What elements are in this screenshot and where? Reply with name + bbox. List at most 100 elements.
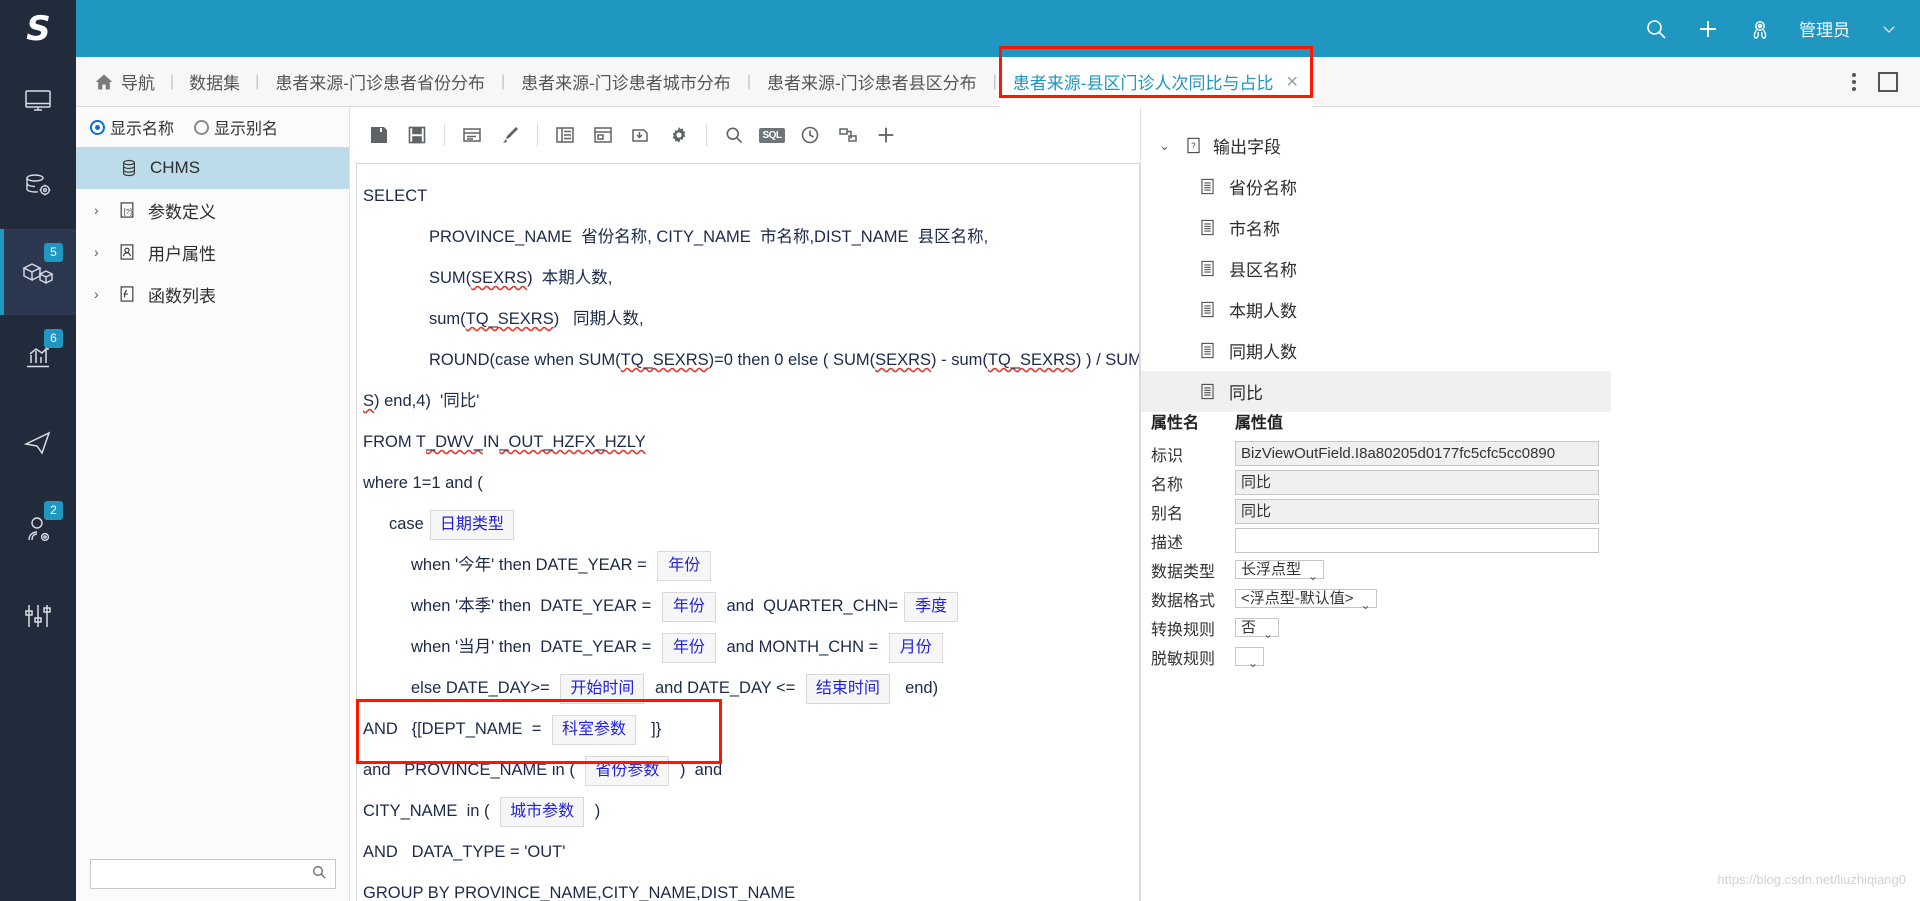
tab-district-distribution[interactable]: 患者来源-门诊患者县区分布 bbox=[753, 57, 991, 107]
sql-param-chip[interactable]: 开始时间 bbox=[560, 673, 645, 704]
tab-province-distribution[interactable]: 患者来源-门诊患者省份分布 bbox=[261, 57, 499, 107]
rail-item-monitor[interactable] bbox=[0, 57, 76, 143]
breadcrumb-dataset[interactable]: 数据集 bbox=[176, 69, 253, 94]
convert-rule-select[interactable]: 否 ⌄ bbox=[1235, 618, 1280, 646]
sql-param-chip[interactable]: 季度 bbox=[904, 591, 959, 622]
toolbar-separator bbox=[537, 124, 538, 146]
output-field-label: 省份名称 bbox=[1229, 179, 1297, 198]
rail-item-tools[interactable] bbox=[0, 573, 76, 659]
app-logo[interactable]: S bbox=[0, 0, 76, 57]
sql-param-chip[interactable]: 省份参数 bbox=[585, 755, 670, 786]
rail-item-report[interactable]: 6 bbox=[0, 315, 76, 401]
home-icon bbox=[94, 72, 114, 92]
chevron-right-icon[interactable]: › bbox=[94, 244, 106, 260]
sql-icon[interactable]: SQL bbox=[755, 118, 789, 152]
save-as-icon[interactable] bbox=[400, 118, 434, 152]
data-type-select[interactable]: 长浮点型 ⌄ bbox=[1235, 560, 1325, 588]
display-mode-radio-group: 显示名称 显示别名 bbox=[76, 107, 349, 147]
breadcrumb-home[interactable]: 导航 bbox=[76, 69, 168, 94]
rail-item-dataset[interactable]: 5 bbox=[0, 229, 76, 315]
sql-param-chip[interactable]: 日期类型 bbox=[429, 509, 514, 540]
field-icon bbox=[1197, 341, 1217, 361]
chevron-down-icon[interactable] bbox=[1876, 16, 1902, 42]
search-icon[interactable] bbox=[1643, 16, 1669, 42]
tree-search-box[interactable] bbox=[90, 859, 336, 889]
gear-icon[interactable] bbox=[662, 118, 696, 152]
rail-item-send[interactable] bbox=[0, 401, 76, 487]
sql-param-chip[interactable]: 年份 bbox=[657, 550, 712, 581]
sql-param-chip[interactable]: 年份 bbox=[661, 591, 716, 622]
breadcrumb-tab-strip: 导航 | 数据集 | 患者来源-门诊患者省份分布 | 患者来源-门诊患者城市分布… bbox=[76, 45, 1920, 107]
export-icon[interactable] bbox=[624, 118, 658, 152]
mask-rule-select[interactable]: ⌄ bbox=[1235, 647, 1264, 675]
sql-text-editor[interactable]: SELECT PROVINCE_NAME 省份名称, CITY_NAME 市名称,… bbox=[356, 163, 1140, 901]
radio-show-name[interactable]: 显示名称 bbox=[90, 115, 174, 139]
radio-show-alias[interactable]: 显示别名 bbox=[194, 115, 278, 139]
sql-param-chip[interactable]: 年份 bbox=[661, 632, 716, 663]
output-fields-tree: ⌄ ? 输出字段 省份名称 市名称 县区名称 本期人数 同期人数 同比 bbox=[1141, 125, 1611, 412]
sql-line: else DATE_DAY>= 开始时间 and DATE_DAY <= 结束时… bbox=[363, 668, 1139, 709]
sql-param-chip[interactable]: 月份 bbox=[888, 632, 943, 663]
tree-node-user-attributes[interactable]: › 用户属性 bbox=[76, 231, 349, 273]
chevron-down-icon[interactable]: ⌄ bbox=[1263, 623, 1273, 646]
search-input[interactable] bbox=[99, 865, 311, 883]
plus-icon[interactable] bbox=[1695, 16, 1721, 42]
clock-icon[interactable] bbox=[793, 118, 827, 152]
sql-token: ) - sum( bbox=[931, 351, 988, 369]
relation-icon[interactable] bbox=[831, 118, 865, 152]
chevron-right-icon[interactable]: › bbox=[94, 202, 106, 218]
user-menu-label[interactable]: 管理员 bbox=[1799, 16, 1850, 41]
output-field-label: 县区名称 bbox=[1229, 261, 1297, 280]
sql-line: when '本季' then DATE_YEAR = 年份 and QUARTE… bbox=[363, 586, 1139, 627]
save-icon[interactable] bbox=[362, 118, 396, 152]
sql-param-chip[interactable]: 科室参数 bbox=[551, 714, 636, 745]
sql-token: ) bbox=[590, 802, 601, 820]
strip-right-actions bbox=[1852, 71, 1920, 92]
tree-node-chms[interactable]: CHMS bbox=[76, 147, 349, 189]
search-icon[interactable] bbox=[311, 864, 327, 885]
chevron-down-icon[interactable]: ⌄ bbox=[1159, 138, 1173, 154]
chevron-down-icon[interactable]: ⌄ bbox=[1360, 594, 1370, 617]
atom-icon[interactable] bbox=[1747, 16, 1773, 42]
tree-node-functions[interactable]: › 函数列表 bbox=[76, 273, 349, 315]
tree-node-parameters[interactable]: › [?] 参数定义 bbox=[76, 189, 349, 231]
sql-param-chip[interactable]: 城市参数 bbox=[500, 796, 585, 827]
rail-item-datasource[interactable] bbox=[0, 143, 76, 229]
identifier-field[interactable]: BizViewOutField.I8a80205d0177fc5cfc5cc08… bbox=[1235, 441, 1599, 466]
property-label: 数据格式 bbox=[1151, 592, 1216, 610]
chevron-down-icon[interactable]: ⌄ bbox=[1308, 565, 1318, 588]
name-field[interactable]: 同比 bbox=[1235, 470, 1599, 495]
sql-token: GROUP BY PROVINCE_NAME,CITY_NAME,DIST_NA… bbox=[363, 884, 796, 901]
search-icon[interactable] bbox=[717, 118, 751, 152]
brush-icon[interactable] bbox=[493, 118, 527, 152]
chevron-right-icon[interactable]: › bbox=[94, 286, 106, 302]
rail-item-user-manage[interactable]: 2 bbox=[0, 487, 76, 573]
output-field-city-name[interactable]: 市名称 bbox=[1141, 207, 1611, 248]
output-field-district-name[interactable]: 县区名称 bbox=[1141, 248, 1611, 289]
kebab-menu-icon[interactable] bbox=[1852, 72, 1856, 91]
maximize-icon[interactable] bbox=[1878, 71, 1898, 92]
property-label: 名称 bbox=[1151, 476, 1184, 494]
plus-icon[interactable] bbox=[869, 118, 903, 152]
tab-city-distribution[interactable]: 患者来源-门诊患者城市分布 bbox=[507, 57, 745, 107]
sql-line: CITY_NAME in ( 城市参数 ) bbox=[363, 791, 1139, 832]
sql-token: when '今年' then DATE_YEAR = bbox=[411, 556, 652, 574]
fields-icon[interactable] bbox=[548, 118, 582, 152]
description-field[interactable] bbox=[1235, 528, 1599, 553]
tab-district-yoy-ratio[interactable]: 患者来源-县区门诊人次同比与占比 ✕ bbox=[998, 56, 1313, 107]
alias-field[interactable]: 同比 bbox=[1235, 499, 1599, 524]
property-row-description: 描述 bbox=[1141, 526, 1611, 555]
output-fields-root[interactable]: ⌄ ? 输出字段 bbox=[1141, 125, 1611, 166]
output-field-same-period-count[interactable]: 同期人数 bbox=[1141, 330, 1611, 371]
param-panel-icon[interactable] bbox=[586, 118, 620, 152]
sql-line: and PROVINCE_NAME in ( 省份参数 ) and bbox=[363, 750, 1139, 791]
format-sql-icon[interactable] bbox=[455, 118, 489, 152]
output-field-province-name[interactable]: 省份名称 bbox=[1141, 166, 1611, 207]
sql-param-chip[interactable]: 结束时间 bbox=[805, 673, 890, 704]
data-format-select[interactable]: <浮点型-默认值> ⌄ bbox=[1235, 589, 1377, 617]
chevron-down-icon[interactable]: ⌄ bbox=[1248, 652, 1258, 675]
close-icon[interactable]: ✕ bbox=[1285, 72, 1298, 92]
output-field-current-count[interactable]: 本期人数 bbox=[1141, 289, 1611, 330]
breadcrumb-dataset-label: 数据集 bbox=[189, 74, 241, 93]
sql-token: _DWV_ bbox=[425, 433, 483, 451]
